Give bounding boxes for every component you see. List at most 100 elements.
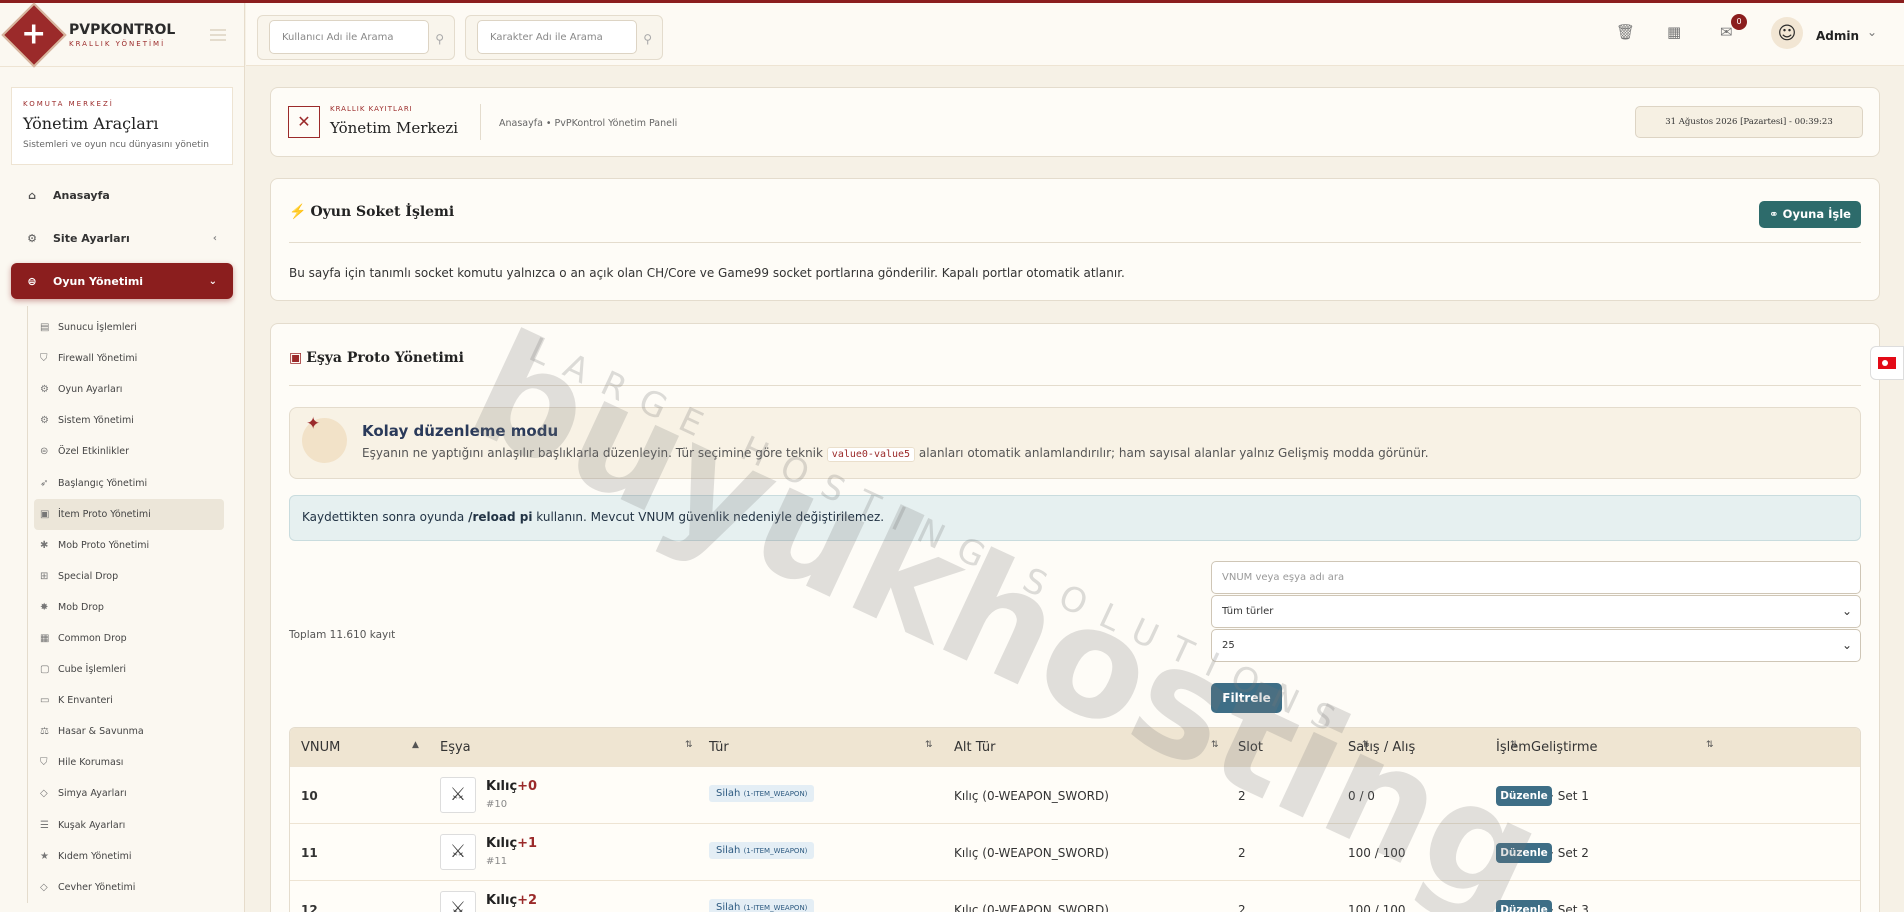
sub-item-system[interactable]: ⚙ Sistem Yönetimi [28,405,224,436]
table-header: VNUM ▲ Eşya ⇅ Tür ⇅ Alt Tür ⇅ Slot ⇅ Satış / … [290,728,1860,766]
per-page-select[interactable]: 25 ⌄ [1211,629,1861,662]
brand[interactable]: + PVPKONTROL KRALLIK YÖNETİMİ [0,1,244,68]
sub-item-item-proto[interactable]: ▣ İtem Proto Yönetimi [34,498,224,530]
sub-label: Sistem Yönetimi [58,415,134,427]
brand-logo: + [1,1,67,68]
sub-item-mob-proto[interactable]: ✱ Mob Proto Yönetimi [28,530,224,561]
col-price[interactable]: Satış / Alış ⇅ [1348,740,1518,755]
col-label: Alt Tür [954,740,996,755]
type-select[interactable]: Tüm türler ⌄ [1211,595,1861,628]
chevron-down-icon: ⌄ [208,275,217,287]
character-search-input[interactable]: Karakter Adı ile Arama [477,20,637,54]
trash-icon[interactable]: 🗑 [1616,23,1635,41]
sub-item-game-settings[interactable]: ⚙ Oyun Ayarları [28,374,224,405]
sidebar-nav: ⌂ Anasayfa ⚙ Site Ayarları ‹ ⊜ Oyun Yöne… [0,177,244,299]
search-placeholder: VNUM veya eşya adı ara [1222,572,1345,583]
user-search-input[interactable]: Kullanıcı Adı ile Arama [269,20,429,54]
link-icon: ⚭ [1769,207,1783,221]
chevron-down-icon[interactable]: ⌄ [1867,25,1877,39]
sub-item-ore[interactable]: ◇ Cevher Yönetimi [28,872,224,903]
turkey-flag-icon [1878,357,1896,369]
per-page-value: 25 [1222,640,1235,651]
sub-item-anticheat[interactable]: ⛉ Hile Koruması [28,747,224,778]
close-icon[interactable]: ✕ [288,106,320,138]
send-to-game-button[interactable]: ⚭ Oyuna İşle [1759,201,1861,228]
item-plus: +2 [517,893,538,908]
sword-icon: ⚔ [440,891,476,912]
nav-item-home[interactable]: ⌂ Anasayfa [11,177,233,213]
sub-item-rank[interactable]: ★ Kıdem Yönetimi [28,841,224,872]
item-plus: +0 [517,779,538,794]
col-refine[interactable]: Geliştirme ⇅ [1531,740,1714,755]
diamond-icon: ◇ [40,881,48,893]
nav-item-game-management[interactable]: ⊜ Oyun Yönetimi ⌄ [11,263,233,299]
type-code: (1-ITEM_WEAPON) [743,847,808,855]
edit-button[interactable]: Düzenle [1496,786,1552,806]
item-proto-card: ▣ Eşya Proto Yönetimi ✦ Kolay düzenleme m… [270,323,1880,912]
chevron-down-icon: ⌄ [1841,638,1852,652]
sub-item-common-drop[interactable]: ▦ Common Drop [28,623,224,654]
shield-icon: ⛉ [40,757,48,769]
sub-item-server[interactable]: ▤ Sunucu İşlemleri [28,312,224,343]
easy-text-2: alanları otomatik anlamlandırılır; ham s… [918,446,1429,460]
sub-item-special-drop[interactable]: ⊞ Special Drop [28,561,224,592]
filter-button[interactable]: Filtrele [1211,683,1282,713]
plus-icon: + [21,16,47,52]
type-badge: Silah (1-ITEM_WEAPON) [709,842,815,859]
sort-icon: ⇅ [1211,740,1219,750]
edit-button[interactable]: Düzenle [1496,843,1552,863]
sub-item-firewall[interactable]: ⛉ Firewall Yönetimi [28,343,224,374]
language-flag-button[interactable] [1870,346,1904,380]
chevron-left-icon: ‹ [212,232,217,244]
breadcrumb[interactable]: Anasayfa • PvPKontrol Yönetim Paneli [499,118,677,129]
calendar-icon[interactable]: ▦ [1667,23,1681,41]
table-row[interactable]: 10 ⚔ Kılıç+0 #10 Silah (1-ITEM_WEAPON) K… [290,766,1860,823]
mail-icon[interactable]: ✉ [1720,23,1733,41]
sword-icon: ⚔ [440,834,476,870]
sub-item-belt[interactable]: ☰ Kuşak Ayarları [28,810,224,841]
command-title: Yönetim Araçları [23,114,159,133]
sub-item-damage[interactable]: ⚖ Hasar & Savunma [28,716,224,747]
col-label: Slot [1238,740,1263,755]
sort-icon: ⇅ [685,740,693,750]
col-slot[interactable]: Slot ⇅ [1238,740,1370,755]
command-center-box: KOMUTA MERKEZİ Yönetim Araçları Sistemle… [11,87,233,165]
avatar[interactable]: ☺ [1771,17,1803,49]
sub-item-alchemy[interactable]: ◇ Simya Ayarları [28,778,224,809]
cell-subtype: Kılıç (0-WEAPON_SWORD) [954,903,1109,912]
gamepad-icon: ⊜ [27,274,37,288]
type-badge: Silah (1-ITEM_WEAPON) [709,785,815,802]
sub-item-k-inventory[interactable]: ▭ K Envanteri [28,685,224,716]
cube-icon: ▢ [40,664,50,676]
socket-description: Bu sayfa için tanımlı socket komutu yaln… [289,266,1125,280]
col-subtype[interactable]: Alt Tür ⇅ [954,740,1219,755]
search-icon[interactable]: ⚲ [643,32,652,46]
col-type[interactable]: Tür ⇅ [709,740,933,755]
type-name: Silah [716,845,741,856]
table-row[interactable]: 12 ⚔ Kılıç+2 #12 Silah (1-ITEM_WEAPON) K… [290,880,1860,912]
nav-label: Oyun Yönetimi [53,274,144,288]
col-vnum[interactable]: VNUM ▲ [301,740,419,755]
sub-item-mob-drop[interactable]: ✸ Mob Drop [28,592,224,623]
nav-item-site-settings[interactable]: ⚙ Site Ayarları ‹ [11,220,233,256]
sub-label: Hasar & Savunma [58,726,144,738]
home-icon: ⌂ [28,188,36,202]
user-name[interactable]: Admin [1816,29,1859,43]
date-display: 31 Ağustos 2026 [Pazartesi] - 00:39:23 [1635,106,1863,138]
vnum-search-input[interactable]: VNUM veya eşya adı ara [1211,561,1861,594]
divider [289,242,1861,243]
sub-item-cube[interactable]: ▢ Cube İşlemleri [28,654,224,685]
cell-price: 100 / 100 [1348,846,1406,860]
table-row[interactable]: 11 ⚔ Kılıç+1 #11 Silah (1-ITEM_WEAPON) K… [290,823,1860,880]
sub-item-events[interactable]: ⊜ Özel Etkinlikler [28,436,224,467]
nav-label: Site Ayarları [53,231,130,245]
sub-item-start[interactable]: ➶ Başlangıç Yönetimi [28,467,224,498]
item-name: Kılıç [486,893,518,908]
cell-price: 100 / 100 [1348,903,1406,912]
col-item[interactable]: Eşya ⇅ [440,740,693,755]
menu-toggle-icon[interactable] [210,29,226,41]
cell-slot: 2 [1238,789,1246,803]
cell-vnum: 11 [301,846,318,860]
search-icon[interactable]: ⚲ [435,32,444,46]
edit-button[interactable]: Düzenle [1496,900,1552,912]
